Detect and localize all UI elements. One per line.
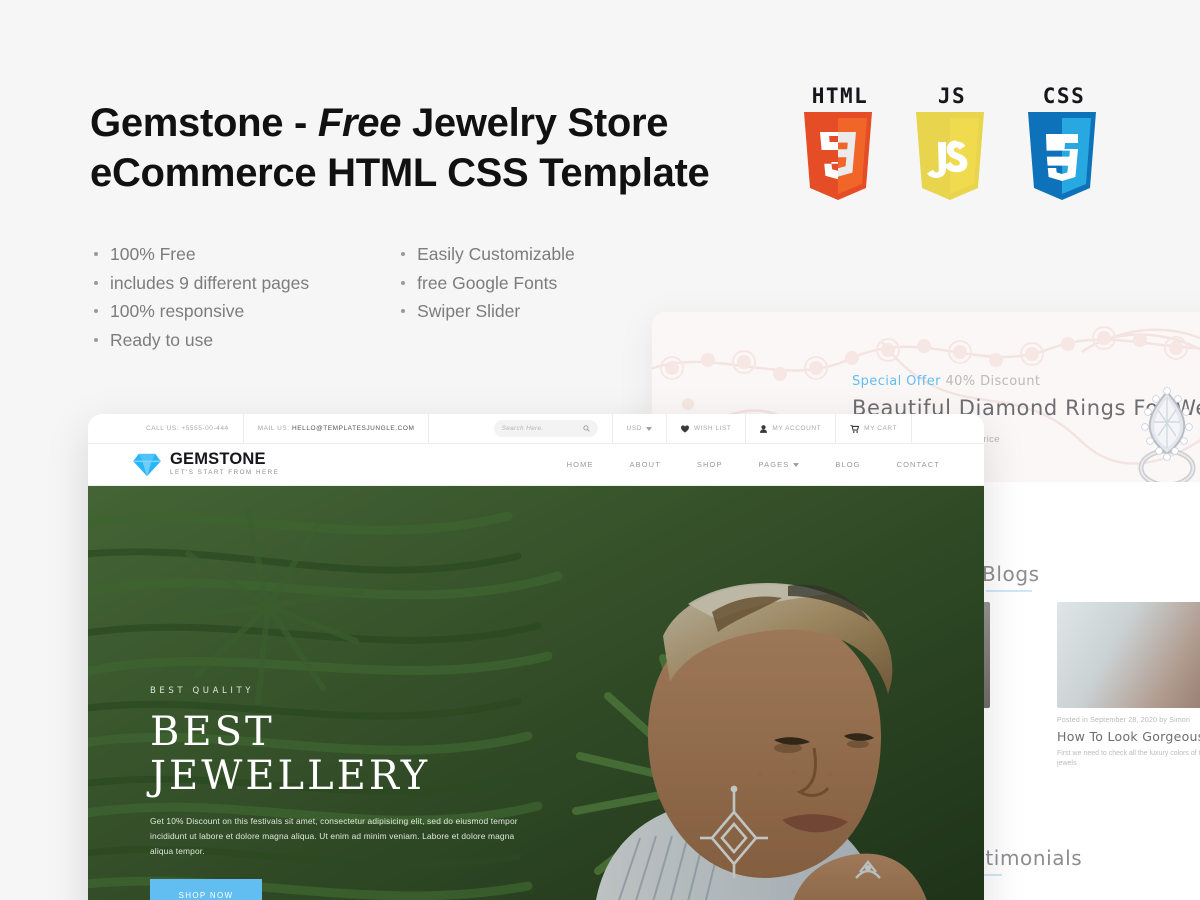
hero-slider: BEST QUALITY BEST JEWELLERY Get 10% Disc… bbox=[88, 486, 984, 900]
cart-label: MY CART bbox=[864, 425, 897, 432]
list-item: 100% Free bbox=[92, 240, 309, 269]
heart-icon bbox=[680, 424, 689, 433]
currency-label: USD bbox=[626, 425, 642, 432]
blog-thumbnail bbox=[1057, 602, 1200, 708]
title-free-emphasis: Free bbox=[317, 101, 402, 145]
html5-badge-label: HTML bbox=[811, 84, 869, 108]
account-link[interactable]: MY ACCOUNT bbox=[746, 414, 837, 443]
feature-list-right: Easily Customizable free Google Fonts Sw… bbox=[399, 240, 575, 354]
cart-link[interactable]: MY CART bbox=[836, 414, 912, 443]
hero-description: Get 10% Discount on this festivals sit a… bbox=[150, 816, 518, 856]
title-part-2: Jewelry Store bbox=[401, 101, 669, 145]
nav-item-home[interactable]: HOME bbox=[567, 460, 594, 469]
javascript-shield-icon bbox=[916, 112, 984, 200]
front-site-preview: CALL US: +5555-00-444 MAIL US: HELLO@TEM… bbox=[88, 414, 984, 900]
javascript-badge-label: JS bbox=[937, 84, 967, 108]
blog-title: How To Look Gorgeous With Jewels bbox=[1057, 729, 1200, 744]
technology-badges: HTML JS CSS bbox=[800, 84, 1104, 200]
rear-offer-highlight: Special Offer bbox=[852, 374, 941, 389]
javascript-badge: JS bbox=[912, 84, 992, 200]
nav-item-contact[interactable]: CONTACT bbox=[897, 460, 940, 469]
nav-links: HOME ABOUT SHOP PAGES BLOG CONTACT bbox=[567, 460, 940, 469]
feature-lists: 100% Free includes 9 different pages 100… bbox=[92, 240, 575, 354]
utility-bar-right: Search Here. USD WISH LIST MY ACCOUNT MY… bbox=[480, 414, 984, 443]
cart-icon bbox=[850, 424, 860, 433]
css3-badge-label: CSS bbox=[1042, 84, 1086, 108]
search-input[interactable]: Search Here. bbox=[493, 420, 598, 437]
account-label: MY ACCOUNT bbox=[772, 425, 822, 432]
hero-eyebrow: BEST QUALITY bbox=[150, 686, 255, 696]
site-logo[interactable]: GEMSTONE LET'S START FROM HERE bbox=[132, 451, 279, 478]
mail-us-value: HELLO@TEMPLATESJUNGLE.COM bbox=[292, 425, 415, 432]
title-line-2: eCommerce HTML CSS Template bbox=[90, 151, 710, 195]
list-item: Easily Customizable bbox=[399, 240, 575, 269]
chevron-down-icon bbox=[793, 462, 800, 467]
chevron-down-icon bbox=[645, 426, 652, 431]
promo-graphic: Gemstone - Free Jewelry Store eCommerce … bbox=[0, 0, 1200, 900]
mail-us-label: MAIL US: bbox=[257, 425, 290, 432]
logo-tagline: LET'S START FROM HERE bbox=[170, 469, 280, 476]
wishlist-link[interactable]: WISH LIST bbox=[667, 414, 747, 443]
logo-name: GEMSTONE bbox=[170, 450, 266, 468]
list-item: free Google Fonts bbox=[399, 269, 575, 298]
nav-item-shop[interactable]: SHOP bbox=[697, 460, 723, 469]
call-us-value: +5555-00-444 bbox=[181, 425, 229, 432]
diamond-ring-image bbox=[1138, 387, 1196, 482]
utility-bar: CALL US: +5555-00-444 MAIL US: HELLO@TEM… bbox=[88, 414, 984, 444]
hero-content: BEST QUALITY BEST JEWELLERY Get 10% Disc… bbox=[150, 686, 570, 900]
rear-offer-rest: 40% Discount bbox=[940, 374, 1041, 389]
wishlist-label: WISH LIST bbox=[693, 425, 732, 432]
diamond-icon bbox=[133, 453, 161, 476]
user-icon bbox=[760, 424, 768, 433]
rear-blogs-heading: Blogs bbox=[982, 562, 1040, 592]
search-placeholder: Search Here. bbox=[501, 425, 544, 432]
html5-badge: HTML bbox=[800, 84, 880, 200]
nav-item-pages-label: PAGES bbox=[758, 460, 790, 469]
list-item: includes 9 different pages bbox=[92, 269, 309, 298]
css3-shield-icon bbox=[1028, 112, 1096, 200]
rear-offer-text: Special Offer 40% Discount bbox=[852, 374, 1040, 389]
currency-selector[interactable]: USD bbox=[611, 414, 667, 443]
hero-title: BEST JEWELLERY bbox=[150, 709, 431, 799]
feature-list-left: 100% Free includes 9 different pages 100… bbox=[92, 240, 309, 354]
blog-description: First we need to check all the luxury co… bbox=[1057, 750, 1200, 767]
css3-badge: CSS bbox=[1024, 84, 1104, 200]
nav-item-pages[interactable]: PAGES bbox=[759, 460, 800, 469]
logo-text: GEMSTONE LET'S START FROM HERE bbox=[170, 451, 279, 478]
list-item: Swiper Slider bbox=[399, 297, 575, 326]
blog-meta: Posted in September 28, 2020 by Simon bbox=[1057, 717, 1191, 724]
blog-card[interactable]: Posted in September 28, 2020 by Simon Ho… bbox=[1057, 602, 1200, 769]
call-us-label: CALL US: bbox=[146, 425, 180, 432]
list-item: 100% responsive bbox=[92, 297, 309, 326]
main-navigation: GEMSTONE LET'S START FROM HERE HOME ABOU… bbox=[88, 444, 984, 486]
nav-item-about[interactable]: ABOUT bbox=[630, 460, 661, 469]
utility-bar-spacer bbox=[912, 414, 984, 443]
shop-now-button[interactable]: SHOP NOW bbox=[150, 879, 262, 900]
page-title: Gemstone - Free Jewelry Store eCommerce … bbox=[90, 98, 770, 198]
list-item: Ready to use bbox=[92, 326, 309, 355]
html5-shield-icon bbox=[804, 112, 872, 200]
search-icon bbox=[582, 425, 590, 432]
call-us-info: CALL US: +5555-00-444 bbox=[132, 414, 244, 443]
nav-item-blog[interactable]: BLOG bbox=[835, 460, 860, 469]
title-part-1: Gemstone - bbox=[90, 101, 318, 145]
mail-us-info: MAIL US: HELLO@TEMPLATESJUNGLE.COM bbox=[244, 414, 430, 443]
